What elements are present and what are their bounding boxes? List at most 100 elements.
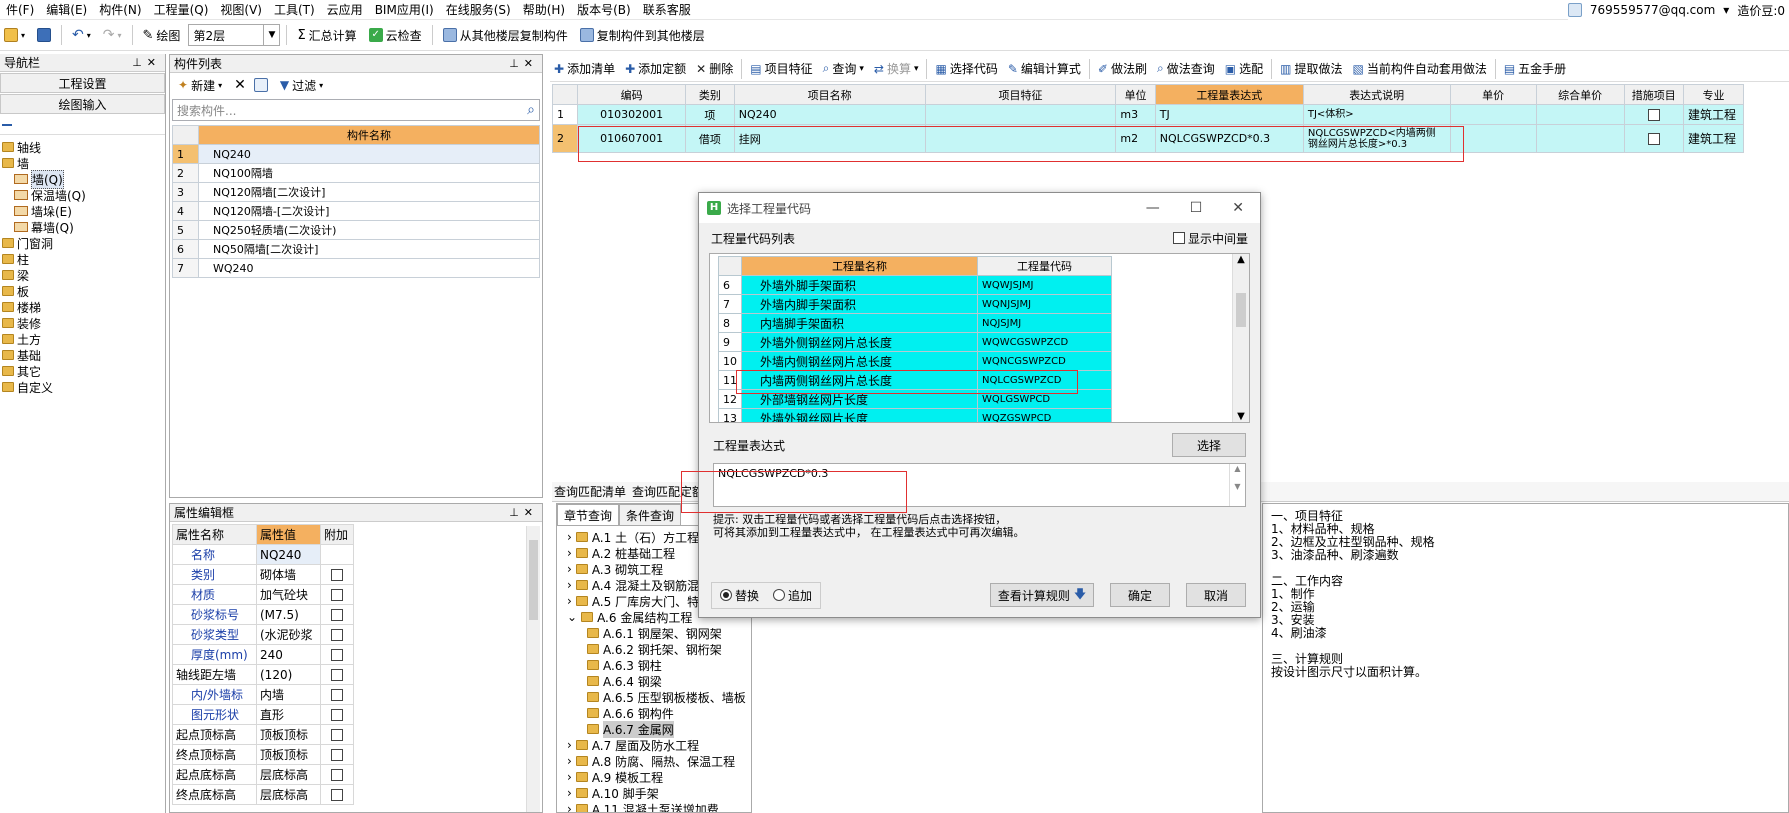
nav-tree-item[interactable]: 板 [0, 283, 165, 299]
component-row[interactable]: 6 NQ50隔墙[二次设计] [172, 239, 540, 259]
search-icon[interactable]: ⌕ [527, 102, 535, 118]
nav-tree-item[interactable]: 轴线 [0, 139, 165, 155]
property-value[interactable]: 直形 [256, 704, 321, 725]
bill-cell-unit[interactable]: m3 [1115, 104, 1156, 125]
property-value[interactable]: NQ240 [256, 544, 321, 565]
checkbox-icon[interactable] [331, 629, 343, 641]
pin-close-icon[interactable]: ⊥✕ [132, 56, 161, 69]
menu-item[interactable]: 云应用 [321, 1, 369, 18]
toolbar-feature-button[interactable]: ▤ 项目特征 [746, 57, 816, 81]
menu-item[interactable]: 件(F) [0, 1, 40, 18]
bill-cell-measure[interactable] [1623, 124, 1685, 153]
nav-tree-item[interactable]: 幕墙(Q) [0, 219, 165, 235]
toolbar-select-code-button[interactable]: ▦ 选择代码 [931, 57, 1001, 81]
chapter-tree-item[interactable]: A.6.1 钢屋架、钢网架 [559, 625, 749, 641]
menu-item[interactable]: 在线服务(S) [440, 1, 517, 18]
chapter-tree-item[interactable]: A.6.5 压型钢板楼板、墙板 [559, 689, 749, 705]
copy-icon[interactable] [253, 78, 268, 92]
cancel-button[interactable]: 取消 [1186, 583, 1246, 607]
toolbar-extract-button[interactable]: ▥ 提取做法 [1276, 57, 1346, 81]
nav-tree-item[interactable]: 墙垛(E) [0, 203, 165, 219]
nav-tree-item[interactable]: 保温墙(Q) [0, 187, 165, 203]
expand-arrow-icon[interactable]: › [567, 754, 572, 768]
property-value[interactable]: 240 [256, 644, 321, 665]
draw-input-button[interactable]: 绘图输入 [0, 94, 165, 114]
code-row[interactable]: 9 外墙外侧钢丝网片总长度 WQWCGSWPZCD [718, 332, 1112, 352]
chevron-down-icon[interactable]: ▾ [1723, 3, 1729, 17]
account-email[interactable]: 769559577@qq.com [1590, 3, 1715, 17]
property-value[interactable]: 加气砼块 [256, 584, 321, 605]
expand-arrow-icon[interactable]: › [567, 786, 572, 800]
menu-item[interactable]: 视图(V) [214, 1, 268, 18]
bill-cell-feature[interactable] [924, 104, 1117, 125]
tab-chapter-query[interactable]: 章节查询 [557, 504, 620, 525]
undo-button[interactable]: ↶ ▾ [68, 23, 95, 47]
chapter-tree-item[interactable]: › A.7 屋面及防水工程 [559, 737, 749, 753]
ok-button[interactable]: 确定 [1110, 583, 1170, 607]
tab-condition-query[interactable]: 条件查询 [619, 504, 682, 525]
expand-arrow-icon[interactable]: › [567, 530, 572, 544]
nav-tree-item[interactable]: 墙 [0, 155, 165, 171]
chapter-tree-item[interactable]: A.6.7 金属网 [559, 720, 749, 738]
property-value[interactable]: 层底标高 [256, 784, 321, 805]
component-row[interactable]: 1 NQ240 [172, 144, 540, 164]
bill-row[interactable]: 1 010302001 项 NQ240 m3 TJ TJ<体积> 建筑工程 [551, 104, 1744, 125]
nav-tree-item[interactable]: 柱 [0, 251, 165, 267]
expression-scrollbar[interactable]: ▲ ▼ [1229, 464, 1245, 506]
property-value[interactable]: 内墙 [256, 684, 321, 705]
toolbar-add-list-button[interactable]: ✚ 添加清单 [550, 57, 619, 81]
toolbar-brush-button[interactable]: ✐ 做法刷 [1094, 57, 1151, 81]
nav-tree-item[interactable]: 装修 [0, 315, 165, 331]
component-search-input[interactable]: 搜索构件... ⌕ [172, 99, 540, 121]
code-row[interactable]: 8 内墙脚手架面积 NQJSJMJ [718, 313, 1112, 333]
property-value[interactable]: (120) [256, 664, 321, 685]
draw-button[interactable]: ✎ 绘图 [139, 23, 185, 47]
property-scrollbar[interactable] [526, 526, 540, 812]
menu-item[interactable]: 工程量(Q) [148, 1, 215, 18]
bill-cell-price[interactable] [1449, 104, 1537, 125]
nav-tree-item[interactable]: 墙(Q) [0, 169, 165, 189]
property-value[interactable]: 顶板顶标 [256, 744, 321, 765]
bill-cell-code[interactable]: 010302001 [577, 104, 686, 125]
bill-cell-name[interactable]: NQ240 [733, 104, 926, 125]
nav-tree-item[interactable]: 楼梯 [0, 299, 165, 315]
radio-append[interactable]: 追加 [773, 587, 812, 604]
checkbox-icon[interactable] [1647, 109, 1660, 121]
expand-arrow-icon[interactable]: › [567, 802, 572, 812]
toolbar-add-quota-button[interactable]: ✚ 添加定额 [621, 57, 690, 81]
checkbox-icon[interactable] [331, 609, 343, 621]
menu-item[interactable]: 版本号(B) [571, 1, 637, 18]
chapter-tree-item[interactable]: A.6.6 钢构件 [559, 705, 749, 721]
chapter-tree-item[interactable]: › A.10 脚手架 [559, 785, 749, 801]
expand-arrow-icon[interactable]: › [567, 594, 572, 608]
checkbox-icon[interactable] [331, 669, 343, 681]
new-component-button[interactable]: ✦ 新建 ▾ [174, 73, 226, 97]
nav-tree-item[interactable]: 基础 [0, 347, 165, 363]
property-value[interactable]: 顶板顶标 [256, 724, 321, 745]
redo-button[interactable]: ↷ ▾ [99, 23, 126, 47]
copy-to-floor-button[interactable]: 复制构件到其他楼层 [576, 23, 709, 47]
view-calc-rule-button[interactable]: 查看计算规则 🡇 [990, 583, 1094, 607]
code-row[interactable]: 6 外墙外脚手架面积 WQWJSJMJ [718, 275, 1112, 295]
menu-item[interactable]: BIM应用(I) [369, 1, 440, 18]
toolbar-convert-button[interactable]: ⇄ 换算 ▾ [870, 57, 923, 81]
bill-cell-measure[interactable] [1623, 104, 1685, 125]
cloud-check-button[interactable]: ✓ 云检查 [365, 23, 426, 47]
component-row[interactable]: 5 NQ250轻质墙(二次设计) [172, 220, 540, 240]
toolbar-method-query-button[interactable]: ⌕ 做法查询 [1153, 57, 1219, 81]
minimize-icon[interactable]: — [1146, 200, 1160, 216]
bill-cell-major[interactable]: 建筑工程 [1683, 104, 1744, 125]
expand-arrow-icon[interactable]: › [567, 562, 572, 576]
code-list-scrollbar[interactable]: ▲ ▼ [1232, 254, 1249, 422]
chapter-tree-item[interactable]: A.6.2 钢托架、钢桁架 [559, 641, 749, 657]
show-middle-checkbox[interactable]: 显示中间量 [1172, 230, 1248, 247]
menu-item[interactable]: 工具(T) [268, 1, 321, 18]
menu-item[interactable]: 编辑(E) [40, 1, 93, 18]
checkbox-icon[interactable] [331, 569, 343, 581]
nav-tree-item[interactable]: 其它 [0, 363, 165, 379]
nav-tree-item[interactable]: 土方 [0, 331, 165, 347]
property-value[interactable]: 层底标高 [256, 764, 321, 785]
toolbar-delete-button[interactable]: ✕ 删除 [692, 57, 737, 81]
radio-replace[interactable]: 替换 [720, 587, 759, 604]
checkbox-icon[interactable] [331, 749, 343, 761]
